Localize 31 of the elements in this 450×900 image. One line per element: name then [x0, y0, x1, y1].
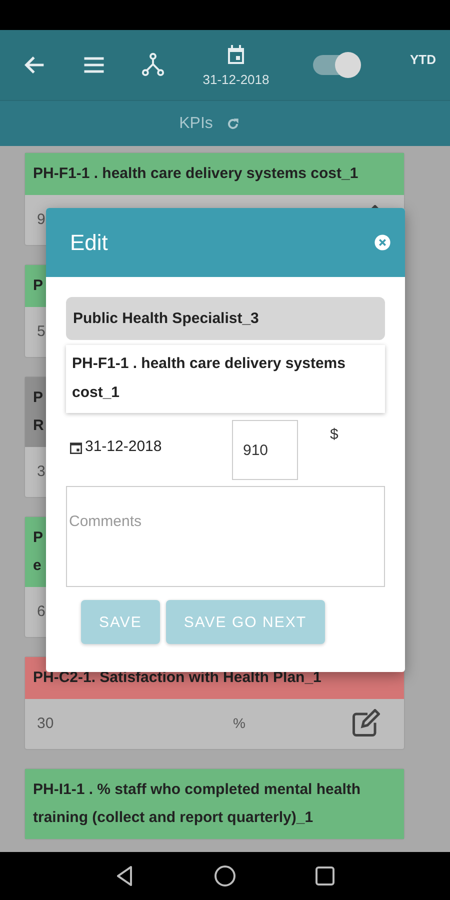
value-field[interactable]: 910 — [232, 420, 298, 480]
kpi-title: PH-I1-1 . % staff who completed mental health training (collect and report quarterly)_1 — [33, 781, 361, 826]
unit-label: $ — [330, 426, 338, 443]
kpi-unit: % — [233, 715, 246, 731]
kpi-value: 3 — [37, 463, 46, 480]
kpi-value: 9 — [37, 211, 46, 228]
calendar-icon[interactable] — [68, 440, 84, 456]
section-title: KPIs — [179, 114, 213, 132]
hierarchy-icon[interactable] — [140, 52, 166, 78]
home-icon[interactable] — [213, 864, 237, 888]
toggle-switch[interactable] — [313, 55, 359, 75]
kpi-title: P — [33, 389, 44, 406]
kpi-title: R — [33, 417, 44, 434]
kpi-title: PH-C2-1. Satisfaction with Health Plan_1 — [33, 669, 322, 686]
kpi-value: 6 — [37, 603, 46, 620]
edit-icon[interactable] — [350, 709, 380, 739]
kpi-title: PH-F1-1 . health care delivery systems cost_1 — [33, 165, 358, 182]
recents-icon[interactable] — [313, 864, 337, 888]
close-icon[interactable] — [374, 234, 391, 251]
kpi-value: 5 — [37, 323, 46, 340]
kpi-title: P — [33, 529, 44, 546]
date-label[interactable]: 31-12-2018 — [202, 72, 270, 87]
kpi-card[interactable]: PH-I1-1 . % staff who completed mental health training (collect and report quarterly)_1 — [24, 768, 405, 840]
comments-field[interactable]: Comments — [66, 486, 385, 587]
date-field[interactable]: 31-12-2018 — [85, 438, 232, 455]
kpi-title: P — [33, 277, 44, 294]
role-field[interactable]: Public Health Specialist_3 — [66, 297, 385, 340]
kpi-value: 30 — [37, 715, 54, 732]
kpi-title: e — [33, 557, 42, 574]
kpi-name: PH-F1-1 . health care delivery systems cost_1 — [66, 345, 385, 413]
period-label: YTD — [410, 52, 436, 66]
